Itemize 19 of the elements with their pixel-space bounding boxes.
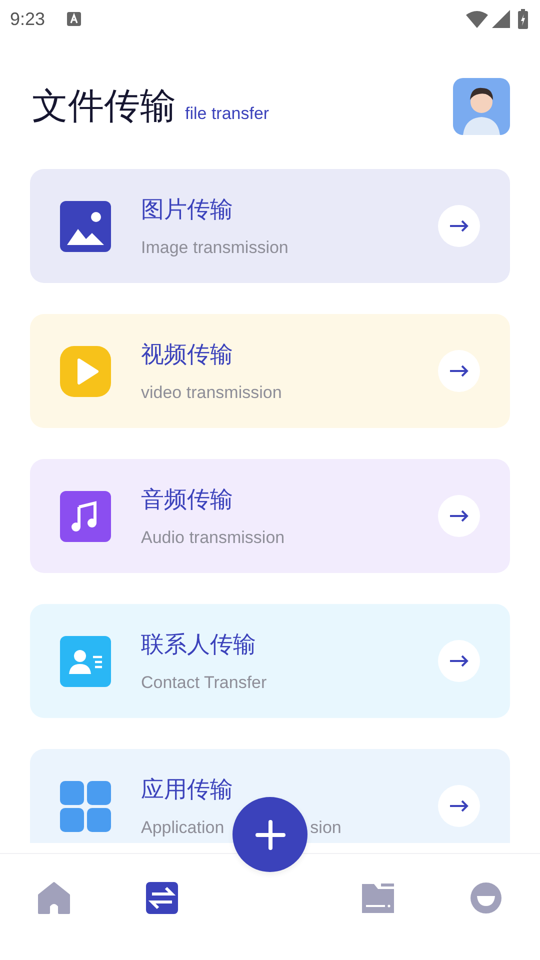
card-subtitle: Contact Transfer bbox=[141, 673, 267, 693]
card-subtitle: video transmission bbox=[141, 383, 282, 403]
card-title: 音频传输 bbox=[141, 485, 234, 514]
card-title: 应用传输 bbox=[141, 775, 234, 804]
card-title: 图片传输 bbox=[141, 195, 234, 224]
card-subtitle: Application bbox=[141, 818, 224, 838]
status-time: 9:23 bbox=[10, 8, 46, 30]
card-title: 联系人传输 bbox=[141, 630, 257, 659]
card-title: 视频传输 bbox=[141, 340, 234, 369]
page-subtitle: file transfer bbox=[185, 104, 270, 124]
transfer-card[interactable]: 图片传输 Image transmission bbox=[30, 169, 510, 283]
transfer-card[interactable]: 联系人传输 Contact Transfer bbox=[30, 604, 510, 718]
transfer-card[interactable]: 应用传输 Application sion bbox=[30, 749, 510, 843]
transfer-card[interactable]: 视频传输 video transmission bbox=[30, 314, 510, 428]
transfer-card[interactable]: 音频传输 Audio transmission bbox=[30, 459, 510, 573]
card-subtitle: Audio transmission bbox=[141, 528, 285, 548]
card-subtitle: sion bbox=[310, 818, 342, 838]
page-title: 文件传输 bbox=[32, 84, 176, 128]
card-subtitle: Image transmission bbox=[141, 238, 288, 258]
